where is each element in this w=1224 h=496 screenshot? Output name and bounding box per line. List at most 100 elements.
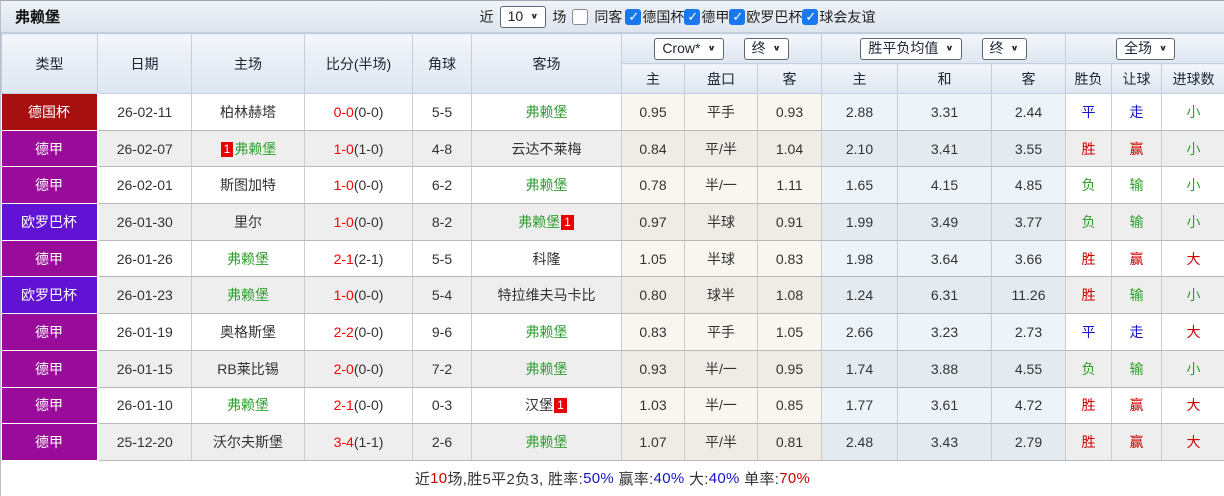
competition-badge: 欧罗巴杯 <box>1 203 99 241</box>
competition-badge: 德甲 <box>1 350 99 388</box>
col-wdl: 胜负 <box>1065 63 1112 94</box>
home-team-name: 柏林赫塔 <box>220 103 276 120</box>
mean-home-cell: 2.10 <box>821 130 898 168</box>
mean-draw-cell: 3.88 <box>897 350 992 388</box>
score-cell: 3-4(1-1) <box>304 423 413 461</box>
scope-select[interactable]: 全场 ∨ <box>1115 37 1176 60</box>
col-mean-away: 客 <box>991 63 1066 94</box>
goals-result-cell: 小 <box>1161 166 1224 205</box>
corner-cell: 5-4 <box>412 276 472 315</box>
summary-segment: 10 <box>430 469 448 487</box>
filter-checkbox-friendly[interactable] <box>802 8 819 25</box>
filter-checkbox-europa[interactable] <box>729 8 746 25</box>
home-team-name: 沃尔夫斯堡 <box>213 434 283 451</box>
home-team-cell: 沃尔夫斯堡 <box>191 423 305 461</box>
home-team-name: 奥格斯堡 <box>220 323 276 340</box>
mean-time-value: 终 <box>989 39 1004 56</box>
mean-away-cell: 4.55 <box>991 350 1066 388</box>
away-team-name: 弗赖堡 <box>525 103 568 120</box>
wdl-result-cell: 胜 <box>1065 240 1112 278</box>
mean-away-cell: 2.44 <box>991 93 1066 131</box>
col-score: 比分(半场) <box>304 33 413 94</box>
home-team-name: RB莱比锡 <box>217 360 279 377</box>
away-team-name: 云达不莱梅 <box>511 140 582 157</box>
mean-away-cell: 3.66 <box>991 240 1066 278</box>
score-cell: 2-1(2-1) <box>304 240 413 278</box>
filter-label-bundesliga: 德甲 <box>701 8 730 25</box>
mean-home-cell: 2.48 <box>821 423 898 461</box>
wdl-result-cell: 胜 <box>1065 387 1112 425</box>
score-fulltime: 1-0 <box>333 213 354 230</box>
mean-draw-cell: 3.23 <box>897 313 992 351</box>
score-cell: 2-1(0-0) <box>304 387 413 425</box>
filter-label-europa: 欧罗巴杯 <box>746 8 803 25</box>
col-corner: 角球 <box>412 33 472 94</box>
chevron-down-icon: ∨ <box>1010 43 1019 53</box>
date-cell: 26-01-26 <box>97 240 192 278</box>
home-odds-cell: 0.80 <box>621 276 685 315</box>
score-halftime: (2-1) <box>353 250 384 267</box>
table-row: 德甲 26-02-07 1 弗赖堡 1-0(1-0) 4-8 云达不莱梅 0.84… <box>1 130 1224 168</box>
away-odds-cell: 0.93 <box>757 93 822 131</box>
score-halftime: (1-0) <box>353 140 384 157</box>
same-away-checkbox[interactable] <box>572 8 589 25</box>
filter-checkbox-dfb-pokal[interactable] <box>625 8 642 25</box>
away-odds-cell: 0.91 <box>757 203 822 241</box>
table-row: 欧罗巴杯 26-01-23 弗赖堡 1-0(0-0) 5-4 特拉维夫马卡比 0… <box>1 276 1224 315</box>
odds-time-select[interactable]: 终 ∨ <box>743 37 789 60</box>
summary-segment: 赢率: <box>614 470 654 488</box>
col-home: 主场 <box>191 33 305 94</box>
recent-count-select[interactable]: 10 ∨ <box>499 5 547 28</box>
home-odds-cell: 0.97 <box>621 203 685 241</box>
mean-time-select[interactable]: 终 ∨ <box>981 37 1027 60</box>
home-team-name: 里尔 <box>234 213 262 230</box>
score-fulltime: 1-0 <box>333 140 354 157</box>
mean-draw-cell: 3.43 <box>897 423 992 461</box>
score-fulltime: 2-2 <box>333 323 354 340</box>
mean-type-select[interactable]: 胜平负均值 ∨ <box>860 37 962 60</box>
score-fulltime: 0-0 <box>333 103 354 120</box>
away-team-cell: 弗赖堡 1 <box>471 203 622 241</box>
mean-draw-cell: 3.41 <box>897 130 992 168</box>
home-team-name: 弗赖堡 <box>234 140 277 157</box>
home-odds-cell: 0.78 <box>621 166 685 205</box>
filter-checkbox-bundesliga[interactable] <box>684 8 701 25</box>
mean-away-cell: 11.26 <box>991 276 1066 315</box>
handicap-cell: 平手 <box>684 313 758 351</box>
away-team-cell: 汉堡 1 <box>471 387 622 425</box>
mean-away-cell: 4.72 <box>991 387 1066 425</box>
mean-home-cell: 2.66 <box>821 313 898 351</box>
score-cell: 2-2(0-0) <box>304 313 413 351</box>
handicap-cell: 半球 <box>684 240 758 278</box>
home-odds-cell: 1.03 <box>621 387 685 425</box>
wdl-result-cell: 平 <box>1065 313 1112 351</box>
col-goals: 进球数 <box>1160 63 1224 94</box>
home-team-cell: 奥格斯堡 <box>191 313 305 351</box>
home-red-card-badge: 1 <box>220 141 234 157</box>
team-title: 弗赖堡 <box>15 9 61 26</box>
mean-home-cell: 2.88 <box>821 93 898 131</box>
home-odds-cell: 1.07 <box>621 423 685 461</box>
away-odds-cell: 1.04 <box>757 130 822 168</box>
recent-count-value: 10 <box>507 7 524 24</box>
competition-badge: 德甲 <box>1 166 99 205</box>
let-result-cell: 输 <box>1111 350 1162 388</box>
odds-source-select[interactable]: Crow* ∨ <box>654 37 724 60</box>
handicap-cell: 半球 <box>684 203 758 241</box>
let-result-cell: 走 <box>1111 313 1162 351</box>
let-result-cell: 输 <box>1111 166 1162 205</box>
away-team-name: 特拉维夫马卡比 <box>497 287 596 304</box>
chevron-down-icon: ∨ <box>530 11 539 21</box>
col-odds-away: 客 <box>757 63 822 94</box>
odds-source-value: Crow* <box>662 39 701 56</box>
away-team-cell: 弗赖堡 <box>471 313 622 351</box>
away-odds-cell: 1.05 <box>757 313 822 351</box>
near-label: 近 <box>479 8 494 25</box>
goals-result-cell: 小 <box>1161 130 1224 168</box>
mean-home-cell: 1.74 <box>821 350 898 388</box>
competition-badge: 德甲 <box>1 423 99 461</box>
away-team-name: 科隆 <box>532 250 561 267</box>
col-let: 让球 <box>1111 63 1162 94</box>
score-halftime: (0-0) <box>353 360 384 377</box>
result-group-header: 全场 ∨ <box>1064 33 1224 64</box>
